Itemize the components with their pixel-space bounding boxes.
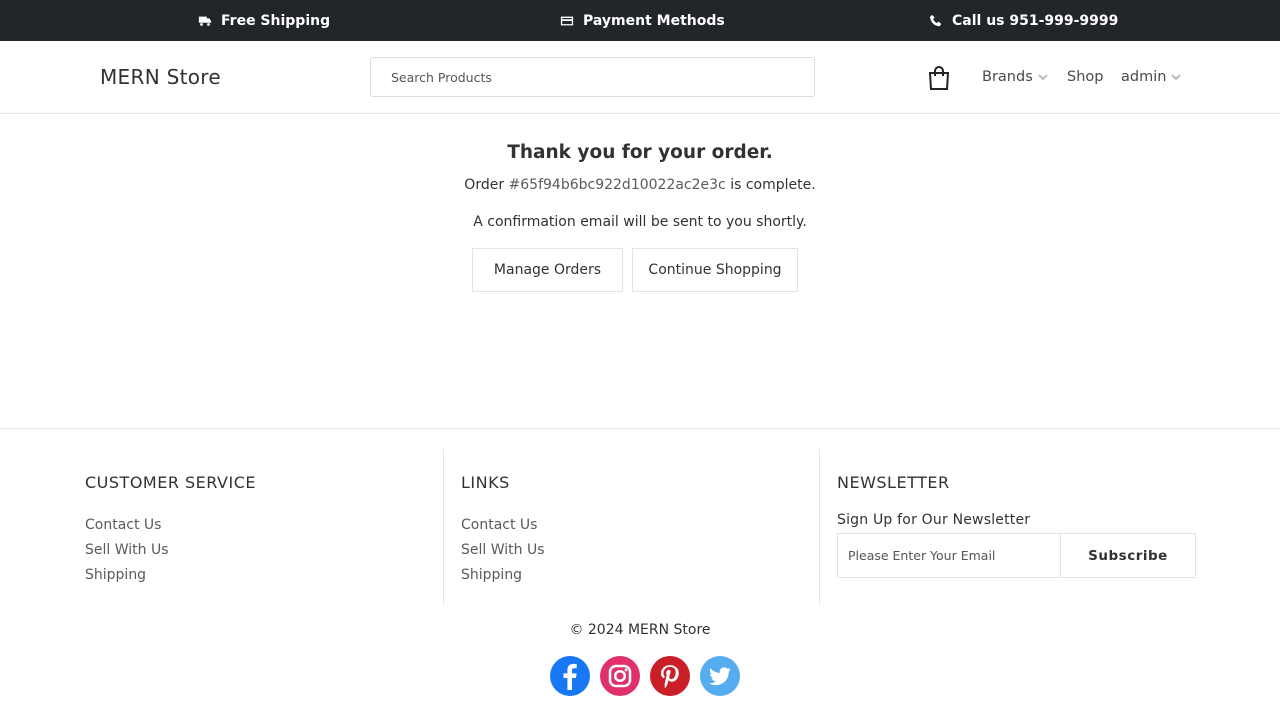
- instagram-icon[interactable]: [600, 656, 640, 696]
- shop-label: Shop: [1067, 69, 1104, 85]
- newsletter-column: NEWSLETTER Sign Up for Our Newsletter Su…: [819, 449, 1199, 605]
- confirmation-message: A confirmation email will be sent to you…: [473, 214, 807, 230]
- phone-label: Call us 951-999-9999: [952, 12, 1119, 29]
- order-prefix: Order: [464, 177, 505, 193]
- free-shipping-info: Free Shipping: [198, 0, 330, 41]
- links-list: Contact Us Sell With Us Shipping: [461, 515, 545, 590]
- continue-shopping-button[interactable]: Continue Shopping: [632, 248, 798, 292]
- payment-methods-info: Payment Methods: [560, 0, 725, 41]
- shop-link[interactable]: Shop: [1067, 69, 1103, 85]
- account-dropdown[interactable]: admin: [1121, 69, 1182, 85]
- footer-link[interactable]: Shipping: [85, 565, 169, 590]
- search-input[interactable]: [370, 57, 815, 97]
- account-label: admin: [1121, 69, 1167, 85]
- twitter-icon[interactable]: [700, 656, 740, 696]
- newsletter-form: Subscribe: [837, 533, 1196, 578]
- free-shipping-label: Free Shipping: [221, 12, 331, 29]
- facebook-icon[interactable]: [550, 656, 590, 696]
- phone-info: Call us 951-999-9999: [929, 0, 1118, 41]
- footer-link[interactable]: Contact Us: [461, 515, 545, 540]
- customer-service-links: Contact Us Sell With Us Shipping: [85, 515, 169, 590]
- links-column: LINKS Contact Us Sell With Us Shipping: [443, 449, 819, 605]
- newsletter-heading: NEWSLETTER: [837, 473, 950, 492]
- manage-orders-button[interactable]: Manage Orders: [472, 248, 623, 292]
- chevron-down-icon: [1038, 74, 1048, 81]
- subscribe-button[interactable]: Subscribe: [1061, 534, 1195, 577]
- order-id: #65f94b6bc922d10022ac2e3c: [508, 177, 726, 193]
- order-status-line: Order #65f94b6bc922d10022ac2e3c is compl…: [0, 177, 1280, 193]
- links-heading: LINKS: [461, 473, 510, 492]
- credit-card-icon: [560, 16, 574, 25]
- customer-service-heading: CUSTOMER SERVICE: [85, 473, 256, 492]
- social-links: [550, 656, 740, 696]
- site-header: MERN Store Brands Shop admin: [0, 41, 1280, 114]
- footer-link[interactable]: Sell With Us: [85, 540, 169, 565]
- copyright-text: © 2024 MERN Store: [569, 622, 711, 638]
- newsletter-email-input[interactable]: [838, 534, 1061, 577]
- footer-link[interactable]: Shipping: [461, 565, 545, 590]
- truck-icon: [198, 16, 212, 26]
- newsletter-subtitle: Sign Up for Our Newsletter: [837, 512, 1031, 528]
- top-info-bar: Free Shipping Payment Methods Call us 95…: [0, 0, 1280, 41]
- site-footer: CUSTOMER SERVICE Contact Us Sell With Us…: [0, 428, 1280, 720]
- payment-methods-label: Payment Methods: [583, 12, 725, 29]
- order-suffix: is complete.: [730, 177, 816, 193]
- store-logo[interactable]: MERN Store: [100, 65, 221, 89]
- phone-icon: [929, 14, 942, 26]
- brands-label: Brands: [982, 69, 1033, 85]
- footer-link[interactable]: Contact Us: [85, 515, 169, 540]
- pinterest-icon[interactable]: [650, 656, 690, 696]
- customer-service-column: CUSTOMER SERVICE Contact Us Sell With Us…: [85, 449, 443, 605]
- chevron-down-icon: [1171, 74, 1182, 81]
- order-success-panel: Thank you for your order. Order #65f94b6…: [0, 114, 1280, 428]
- thank-you-heading: Thank you for your order.: [507, 142, 773, 163]
- shopping-bag-icon[interactable]: [928, 66, 950, 90]
- brands-dropdown[interactable]: Brands: [982, 69, 1048, 85]
- footer-link[interactable]: Sell With Us: [461, 540, 545, 565]
